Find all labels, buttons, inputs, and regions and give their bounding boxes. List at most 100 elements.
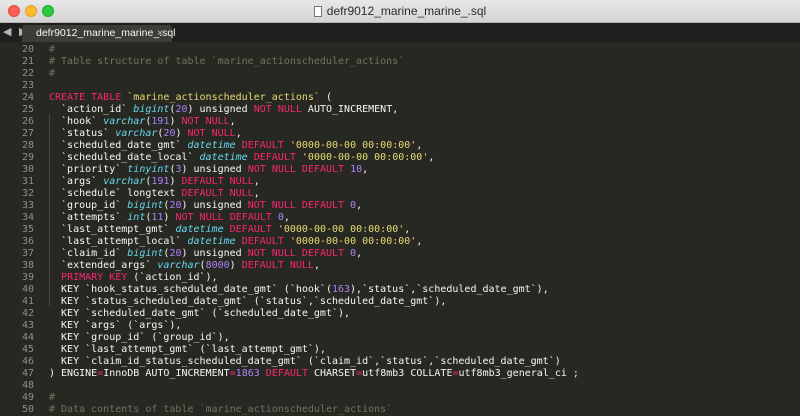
code-token: DEFAULT NULL [181, 176, 254, 187]
code-token: '0000-00-00 00:00:00' [289, 140, 417, 151]
code-token: KEY `last_attempt_gmt` (`last_attempt_gm… [49, 344, 326, 355]
code-line[interactable]: 22 # [0, 68, 800, 80]
code-text: # Data contents of table `marine_actions… [49, 404, 392, 416]
code-token: `extended_args` [49, 260, 158, 271]
code-line[interactable]: 21 # Table structure of table `marine_act… [0, 56, 800, 68]
line-number: 39 [21, 272, 34, 283]
code-token: varchar [103, 116, 146, 127]
code-token: , [313, 260, 320, 271]
code-line[interactable]: 44 KEY `group_id` (`group_id`), [0, 332, 800, 344]
code-line[interactable]: 40 KEY `hook_status_scheduled_date_gmt` … [0, 284, 800, 296]
code-token: InnoDB AUTO_INCREMENT [103, 368, 230, 379]
code-line[interactable]: 43 KEY `args` (`args`), [0, 320, 800, 332]
code-token: `last_attempt_local` [49, 236, 188, 247]
code-line[interactable]: 24 CREATE TABLE `marine_actionscheduler_a… [0, 92, 800, 104]
code-token: ) unsigned [181, 164, 248, 175]
window-titlebar: defr9012_marine_marine_.sql [0, 0, 800, 23]
code-token: '0000-00-00 00:00:00' [277, 224, 405, 235]
code-line[interactable]: 45 KEY `last_attempt_gmt` (`last_attempt… [0, 344, 800, 356]
window-title-area: defr9012_marine_marine_.sql [0, 0, 800, 22]
code-token: DEFAULT [253, 152, 296, 163]
line-number: 38 [21, 260, 34, 271]
code-token: KEY `claim_id_status_scheduled_date_gmt`… [49, 356, 561, 367]
code-text: `hook` varchar(191) NOT NULL, [49, 116, 236, 128]
line-number: 45 [21, 344, 34, 355]
code-token: `last_attempt_gmt` [49, 224, 176, 235]
code-token: bigint [133, 104, 170, 115]
code-text: `scheduled_date_local` datetime DEFAULT … [49, 152, 434, 164]
code-line[interactable]: 46 KEY `claim_id_status_scheduled_date_g… [0, 356, 800, 368]
code-token: 20 [169, 200, 182, 211]
code-token: , [428, 152, 435, 163]
code-token: datetime [175, 224, 224, 235]
code-token: `schedule` longtext [49, 188, 182, 199]
code-token: varchar [115, 128, 158, 139]
code-text: KEY `last_attempt_gmt` (`last_attempt_gm… [49, 344, 326, 356]
code-line[interactable]: 30 `priority` tinyint(3) unsigned NOT NU… [0, 164, 800, 176]
code-line[interactable]: 32 `schedule` longtext DEFAULT NULL, [0, 188, 800, 200]
code-token: DEFAULT [265, 368, 308, 379]
code-token: ) unsigned [187, 104, 254, 115]
line-number: 50 [21, 404, 34, 415]
code-line[interactable]: 41 KEY `status_scheduled_date_gmt` (`sta… [0, 296, 800, 308]
code-token: AUTO_INCREMENT, [301, 104, 399, 115]
code-editor[interactable]: 20 #21 # Table structure of table `marine_… [0, 42, 800, 415]
code-token: `action_id` [49, 104, 134, 115]
code-text: `last_attempt_gmt` datetime DEFAULT '000… [49, 224, 410, 236]
code-line[interactable]: 50 # Data contents of table `marine_actio… [0, 404, 800, 416]
code-token: , [356, 248, 363, 259]
line-number: 49 [21, 392, 34, 403]
code-line[interactable]: 29 `scheduled_date_local` datetime DEFAU… [0, 152, 800, 164]
code-line[interactable]: 39 PRIMARY KEY (`action_id`), [0, 272, 800, 284]
code-line[interactable]: 36 `last_attempt_local` datetime DEFAULT… [0, 236, 800, 248]
code-token: ) [163, 212, 176, 223]
code-token: '0000-00-00 00:00:00' [289, 236, 417, 247]
code-token: # Table structure of table `marine_actio… [49, 56, 405, 67]
close-tab-icon[interactable]: × [157, 25, 163, 42]
code-line[interactable]: 23 [0, 80, 800, 92]
code-line[interactable]: 27 `status` varchar(20) NOT NULL, [0, 128, 800, 140]
code-line[interactable]: 48 [0, 380, 800, 392]
code-token: CHARSET [307, 368, 357, 379]
code-line[interactable]: 28 `scheduled_date_gmt` datetime DEFAULT… [0, 140, 800, 152]
code-token: ) unsigned [181, 248, 248, 259]
code-token: , [416, 236, 423, 247]
code-text: `scheduled_date_gmt` datetime DEFAULT '0… [49, 140, 422, 152]
code-token: 191 [151, 116, 170, 127]
line-number: 27 [21, 128, 34, 139]
code-line[interactable]: 35 `last_attempt_gmt` datetime DEFAULT '… [0, 224, 800, 236]
code-token: datetime [187, 236, 236, 247]
code-text: `args` varchar(191) DEFAULT NULL, [49, 176, 260, 188]
line-number: 28 [21, 140, 34, 151]
code-token: # [49, 68, 56, 79]
line-number: 44 [21, 332, 34, 343]
code-line[interactable]: 31 `args` varchar(191) DEFAULT NULL, [0, 176, 800, 188]
code-line[interactable]: 25 `action_id` bigint(20) unsigned NOT N… [0, 104, 800, 116]
code-token: # [49, 44, 56, 55]
code-line[interactable]: 33 `group_id` bigint(20) unsigned NOT NU… [0, 200, 800, 212]
document-icon [313, 5, 322, 17]
code-token: `attempts` [49, 212, 128, 223]
code-line[interactable]: 42 KEY `scheduled_date_gmt` (`scheduled_… [0, 308, 800, 320]
code-text: `action_id` bigint(20) unsigned NOT NULL… [49, 104, 398, 116]
line-number: 34 [21, 212, 34, 223]
code-token: NOT NULL [187, 128, 236, 139]
code-token: datetime [199, 152, 248, 163]
code-line[interactable]: 20 # [0, 44, 800, 56]
code-token: NOT NULL DEFAULT [175, 212, 272, 223]
code-text: CREATE TABLE `marine_actionscheduler_act… [49, 92, 332, 104]
code-token: `args` [49, 176, 104, 187]
code-token: `claim_id` [49, 248, 128, 259]
code-line[interactable]: 37 `claim_id` bigint(20) unsigned NOT NU… [0, 248, 800, 260]
line-number: 20 [21, 44, 34, 55]
code-token: ( [319, 92, 332, 103]
code-line[interactable]: 34 `attempts` int(11) NOT NULL DEFAULT 0… [0, 212, 800, 224]
code-line[interactable]: 38 `extended_args` varchar(8000) DEFAULT… [0, 260, 800, 272]
code-line[interactable]: 26 `hook` varchar(191) NOT NULL, [0, 116, 800, 128]
window-title: defr9012_marine_marine_.sql [326, 4, 487, 18]
code-token: , [283, 212, 290, 223]
code-line[interactable]: 47) ENGINE=InnoDB AUTO_INCREMENT=1863 DE… [0, 368, 800, 380]
tab-sql-file[interactable]: defr9012_marine_marine_.sql × [22, 25, 176, 42]
code-line[interactable]: 49 # [0, 392, 800, 404]
code-text: `attempts` int(11) NOT NULL DEFAULT 0, [49, 212, 290, 224]
